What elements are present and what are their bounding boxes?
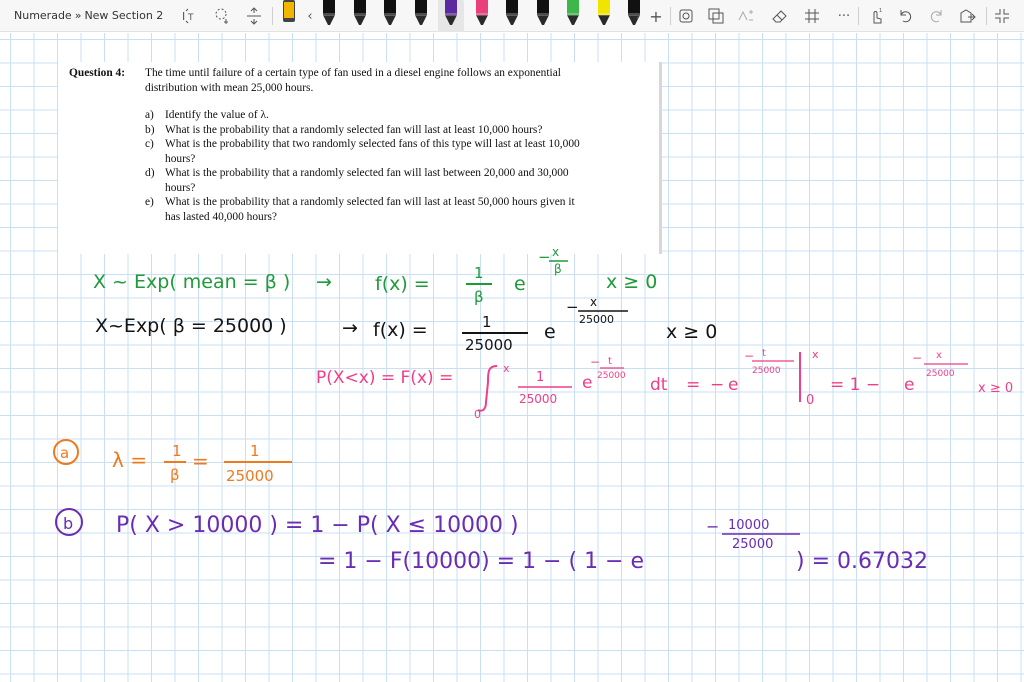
handwriting-layer: X ~ Exp( mean = β ) → f(x) = 1 β e − x β… [53,245,1013,574]
ink-fraction-den: β [170,466,180,484]
ink-exp-base: e [544,321,556,343]
ink-exp-sign: − [912,351,922,365]
ink-dt: dt [650,375,668,395]
ink-equals: = [686,375,700,395]
ink-fraction-den: 25000 [226,467,274,485]
ink-part-b: b P( X > 10000 ) = 1 − P( X ≤ 10000 ) = … [55,508,928,574]
ink-exp-num: x [552,245,559,259]
ink-exp-den: 25000 [732,537,773,552]
ink-exp-sign: − [538,248,551,266]
ink-exp-sign: − [706,517,719,536]
ink-fraction-num: 1 [474,264,484,282]
ink-minus: − [710,375,724,395]
integral-sign [477,365,498,412]
ink-text: P(X<x) = F(x) = [316,368,453,388]
ink-arrow: → [342,317,358,339]
ink-exp-den: β [554,262,562,276]
ink-condition: x ≥ 0 [978,381,1013,396]
ink-exp-base: e [904,375,914,395]
ink-text: P( X > 10000 ) = 1 − P( X ≤ 10000 ) [116,513,519,538]
ink-text: = 1 − F(10000) = 1 − ( 1 − e [318,549,644,574]
ink-fraction-num: 1 [536,370,544,385]
ink-equals: = [192,449,209,473]
ink-int-upper: x [503,362,510,375]
ink-exp-den: 25000 [597,371,626,381]
ink-line-1: X ~ Exp( mean = β ) → f(x) = 1 β e − x β… [93,245,657,306]
ink-part-label: b [63,514,73,533]
ink-text: X~Exp( β = 25000 ) [95,315,287,337]
ink-exp-num: t [762,348,766,359]
ink-text: ) = 0.67032 [796,549,928,574]
ink-condition: x ≥ 0 [606,271,657,293]
ink-bar-lower: 0 [806,393,814,408]
ink-exp-num: x [590,295,597,309]
ink-exp-den: 25000 [926,369,955,379]
ink-line-2: X~Exp( β = 25000 ) → f(x) = 1 25000 e − … [95,295,717,354]
ink-line-3: P(X<x) = F(x) = x 0 1 25000 e − t 25000 … [316,348,1013,421]
ink-exp-den: 25000 [752,366,781,376]
ink-fraction-num: 1 [172,442,182,460]
ink-exp-sign: − [590,355,600,369]
ink-fraction-num: 1 [250,442,260,460]
ink-text: = 1 − [830,375,880,395]
ink-fraction-den: β [474,288,484,306]
ink-condition: x ≥ 0 [666,321,717,343]
ink-exp-base: e [514,273,526,295]
ink-exp-sign: − [566,298,579,316]
ink-fraction-den: 25000 [519,392,557,406]
ink-text: f(x) = [373,319,428,341]
ink-fraction-den: 25000 [465,336,513,354]
ink-exp-base: e [582,373,592,393]
ink-fraction-num: 1 [482,313,492,331]
ink-exp-den: 25000 [579,313,614,326]
ink-arrow: → [316,271,332,293]
ink-text: X ~ Exp( mean = β ) [93,271,290,293]
ink-bar-upper: x [812,348,819,361]
ink-part-label: a [60,444,69,462]
ink-text: f(x) = [375,273,430,295]
ink-int-lower: 0 [474,408,481,421]
ink-exp-base: e [728,375,738,395]
ink-exp-num: t [608,356,612,367]
ink-exp-num: x [936,350,942,361]
ink-text: λ = [112,448,147,472]
ink-part-a: a λ = 1 β = 1 25000 [53,439,292,485]
ink-exp-num: 10000 [728,518,769,533]
